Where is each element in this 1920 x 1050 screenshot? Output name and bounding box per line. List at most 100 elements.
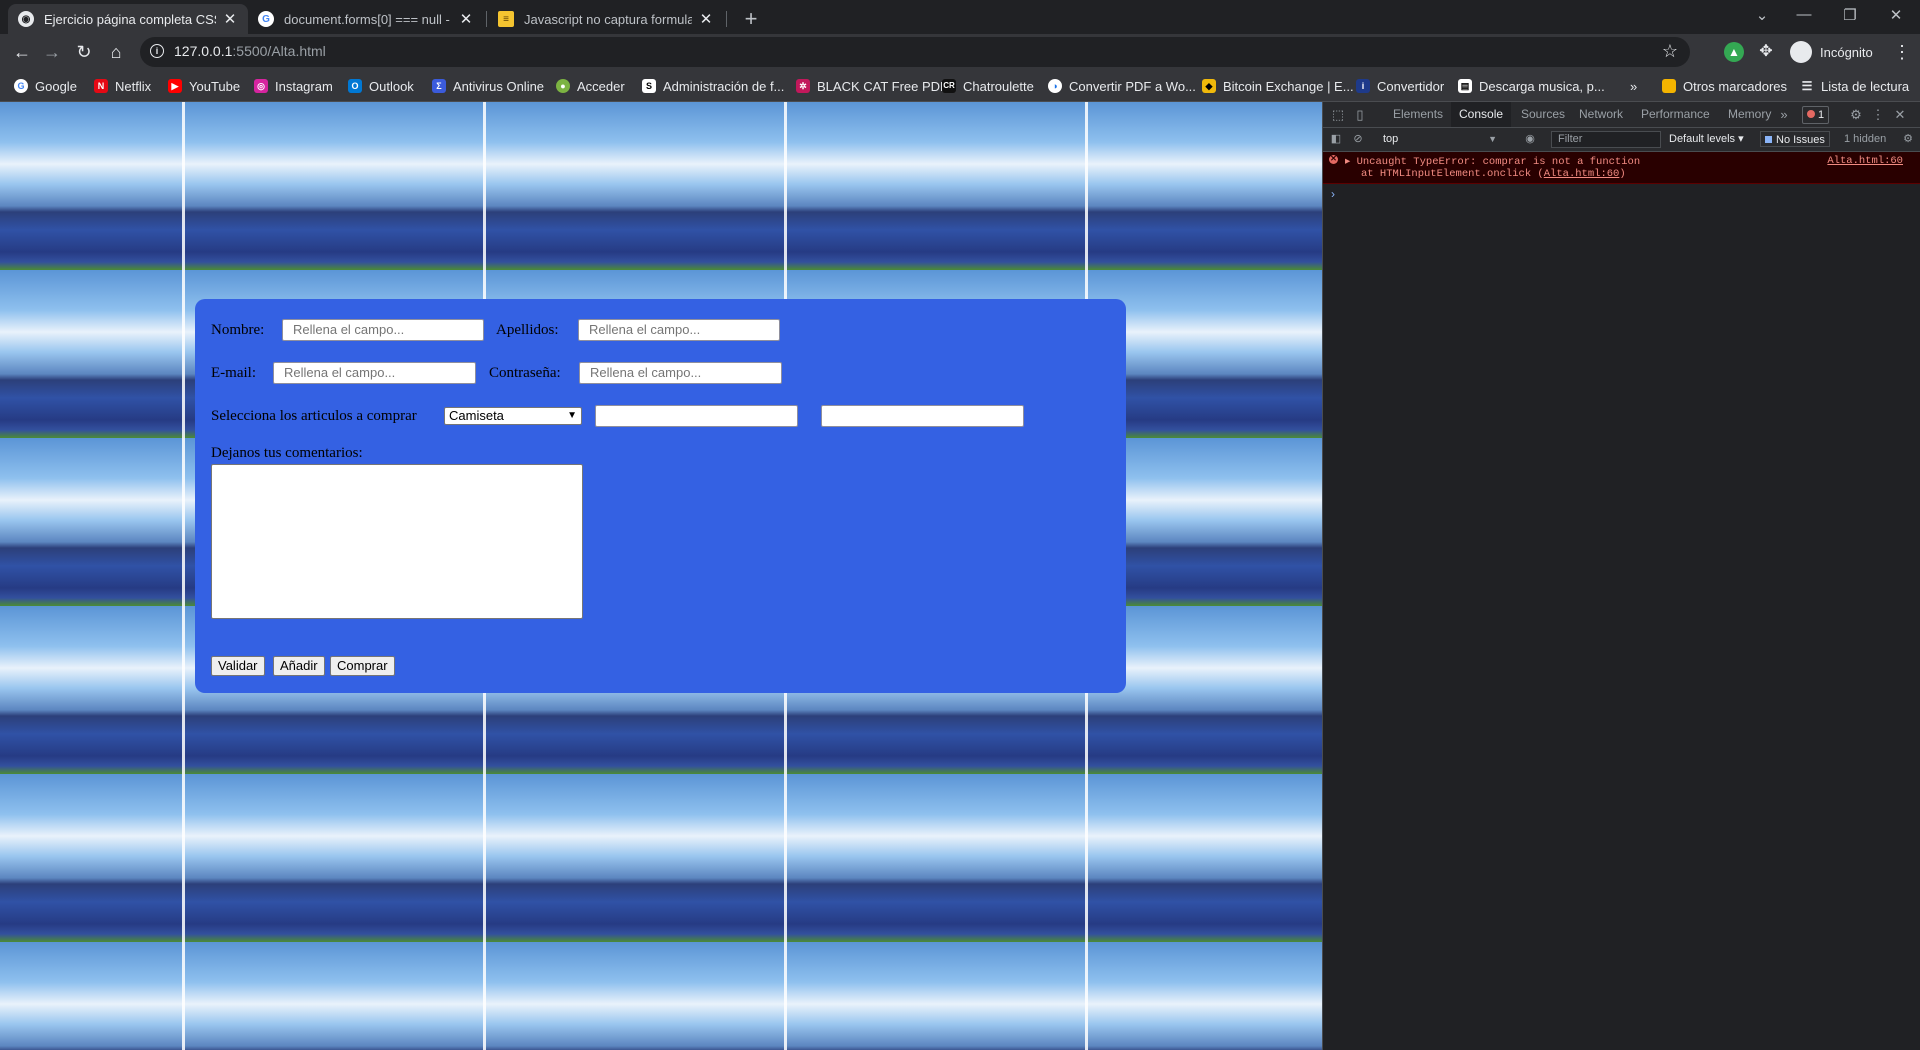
bookmark-label: Descarga musica, p... <box>1479 78 1605 94</box>
comentarios-textarea[interactable] <box>211 464 583 619</box>
site-info-icon[interactable]: i <box>150 44 164 58</box>
google-icon: G <box>14 79 28 93</box>
convertir-icon: ◑ <box>1048 79 1062 93</box>
bookmark-convertidor[interactable]: i Convertidor <box>1356 76 1444 96</box>
devtools-tab-sources[interactable]: Sources <box>1513 102 1573 127</box>
device-toolbar-icon[interactable]: ▯ <box>1353 107 1367 123</box>
other-bookmarks-folder[interactable]: Otros marcadores <box>1662 76 1787 96</box>
bookmark-descarga[interactable]: ▤ Descarga musica, p... <box>1458 76 1605 96</box>
issues-button[interactable]: No Issues <box>1760 131 1830 147</box>
extensions-puzzle-icon[interactable]: ✥ <box>1756 42 1776 62</box>
error-count-badge[interactable]: 1 <box>1802 106 1830 124</box>
bookmark-instagram[interactable]: ◎ Instagram <box>254 76 333 96</box>
console-prompt[interactable]: › <box>1331 187 1335 201</box>
tab-javascript-formulario[interactable]: ≡ Javascript no captura formulario ✕ <box>488 4 724 34</box>
acceder-icon: ● <box>556 79 570 93</box>
devtools-menu-icon[interactable]: ⋮ <box>1871 107 1885 123</box>
reading-list-button[interactable]: ☰ Lista de lectura <box>1800 76 1910 96</box>
bookmark-blackcat[interactable]: ✲ BLACK CAT Free PDF <box>796 76 948 96</box>
bookmark-chatroulette[interactable]: CR Chatroulette <box>942 76 1034 96</box>
chevron-down-icon: ▼ <box>567 410 577 421</box>
context-selector[interactable]: top ▼ <box>1383 131 1499 147</box>
url-host: 127.0.0.1 <box>174 43 233 59</box>
bookmark-convertir-pdf[interactable]: ◑ Convertir PDF a Wo... <box>1048 76 1196 96</box>
console-error-message[interactable]: ✕ ▸ Uncaught TypeError: comprar is not a… <box>1323 152 1920 184</box>
menu-kebab-icon[interactable]: ⋮ <box>1890 40 1914 64</box>
close-window-button[interactable]: ✕ <box>1884 6 1908 24</box>
devtools-tab-network[interactable]: Network <box>1571 102 1631 127</box>
clear-console-icon[interactable]: ⊘ <box>1351 132 1365 145</box>
forward-icon[interactable]: → <box>40 40 64 64</box>
youtube-icon: ▶ <box>168 79 182 93</box>
error-source-link[interactable]: Alta.html:60 <box>1827 155 1903 167</box>
error-stack-link[interactable]: Alta.html:60 <box>1544 168 1620 180</box>
more-tabs-button[interactable]: » <box>1777 107 1791 122</box>
bookmark-youtube[interactable]: ▶ YouTube <box>168 76 240 96</box>
netflix-icon: N <box>94 79 108 93</box>
live-expression-eye-icon[interactable]: ◉ <box>1523 132 1537 145</box>
error-stack-suffix: ) <box>1619 168 1626 180</box>
apellidos-input[interactable]: Rellena el campo... <box>578 319 780 341</box>
close-devtools-icon[interactable]: ✕ <box>1893 107 1907 123</box>
devtools-tab-memory[interactable]: Memory <box>1720 102 1779 127</box>
home-icon[interactable]: ⌂ <box>104 40 128 64</box>
comprar-button[interactable]: Comprar <box>330 656 395 676</box>
incognito-profile-button[interactable]: Incógnito <box>1790 38 1873 66</box>
anadir-button[interactable]: Añadir <box>273 656 325 676</box>
bookmark-administracion[interactable]: S Administración de f... <box>642 76 784 96</box>
bookmark-label: Bitcoin Exchange | E... <box>1223 78 1354 94</box>
settings-gear-icon[interactable]: ⚙ <box>1849 107 1863 123</box>
sidebar-toggle-icon[interactable]: ◧ <box>1329 132 1343 145</box>
nombre-label: Nombre: <box>211 322 265 338</box>
devtools-tab-bar: ⬚ ▯ Elements Console Sources Network Per… <box>1323 102 1920 128</box>
close-tab-icon[interactable]: ✕ <box>698 10 714 28</box>
articulos-selected-value: Camiseta <box>449 408 504 423</box>
inspect-element-icon[interactable]: ⬚ <box>1331 107 1345 123</box>
globe-icon: ◉ <box>18 11 34 27</box>
close-tab-icon[interactable]: ✕ <box>222 10 238 28</box>
bookmark-label: Netflix <box>115 78 152 94</box>
console-filter-input[interactable]: Filter <box>1551 131 1661 148</box>
reload-icon[interactable]: ↻ <box>72 40 96 64</box>
tab-ejercicio[interactable]: ◉ Ejercicio página completa CSS ✕ <box>8 4 248 34</box>
stackoverflow-icon: ≡ <box>498 11 514 27</box>
error-line-2: at HTMLInputElement.onclick (Alta.html:6… <box>1361 168 1626 180</box>
email-input[interactable]: Rellena el campo... <box>273 362 476 384</box>
bookmarks-overflow-button[interactable]: » <box>1630 76 1637 96</box>
minimize-button[interactable]: — <box>1792 6 1816 23</box>
url-path: :5500/Alta.html <box>232 43 326 59</box>
password-input[interactable]: Rellena el campo... <box>579 362 782 384</box>
bookmark-label: Antivirus Online <box>453 78 545 94</box>
new-tab-button[interactable]: + <box>738 6 764 32</box>
bookmark-bitcoin[interactable]: ◆ Bitcoin Exchange | E... <box>1202 76 1354 96</box>
nombre-input[interactable]: Rellena el campo... <box>282 319 484 341</box>
devtools-tab-elements[interactable]: Elements <box>1385 102 1451 127</box>
reading-list-label: Lista de lectura <box>1821 78 1910 94</box>
console-settings-gear-icon[interactable]: ⚙ <box>1901 132 1915 145</box>
bookmark-star-icon[interactable]: ☆ <box>1662 41 1678 62</box>
error-text: Uncaught TypeError: comprar is not a fun… <box>1356 156 1641 168</box>
back-icon[interactable]: ← <box>10 40 34 64</box>
address-bar[interactable]: i 127.0.0.1:5500/Alta.html ☆ <box>140 37 1690 67</box>
restore-button[interactable]: ❐ <box>1838 6 1862 24</box>
tab-search-icon[interactable]: ⌄ <box>1750 6 1774 24</box>
validar-button[interactable]: Validar <box>211 656 265 676</box>
extension-icon[interactable]: ▲ <box>1724 42 1744 62</box>
close-tab-icon[interactable]: ✕ <box>458 10 474 28</box>
url-text[interactable]: 127.0.0.1:5500/Alta.html <box>174 43 326 59</box>
bookmark-acceder[interactable]: ● Acceder <box>556 76 625 96</box>
bookmark-antivirus[interactable]: Σ Antivirus Online <box>432 76 544 96</box>
articulo-input-1[interactable] <box>595 405 798 427</box>
error-line-1: ▸ Uncaught TypeError: comprar is not a f… <box>1345 156 1641 168</box>
bookmark-netflix[interactable]: N Netflix <box>94 76 151 96</box>
bookmark-google[interactable]: G Google <box>14 76 77 96</box>
folder-icon <box>1662 79 1676 93</box>
devtools-tab-console[interactable]: Console <box>1451 102 1512 127</box>
tab-document-forms[interactable]: G document.forms[0] === null - Bi ✕ <box>248 4 484 34</box>
log-levels-dropdown[interactable]: Default levels ▾ <box>1669 131 1744 147</box>
profile-label: Incógnito <box>1820 44 1873 60</box>
articulo-input-2[interactable] <box>821 405 1024 427</box>
devtools-tab-performance[interactable]: Performance <box>1633 102 1718 127</box>
bookmark-outlook[interactable]: O Outlook <box>348 76 414 96</box>
articulos-select[interactable]: Camiseta ▼ <box>444 407 582 425</box>
